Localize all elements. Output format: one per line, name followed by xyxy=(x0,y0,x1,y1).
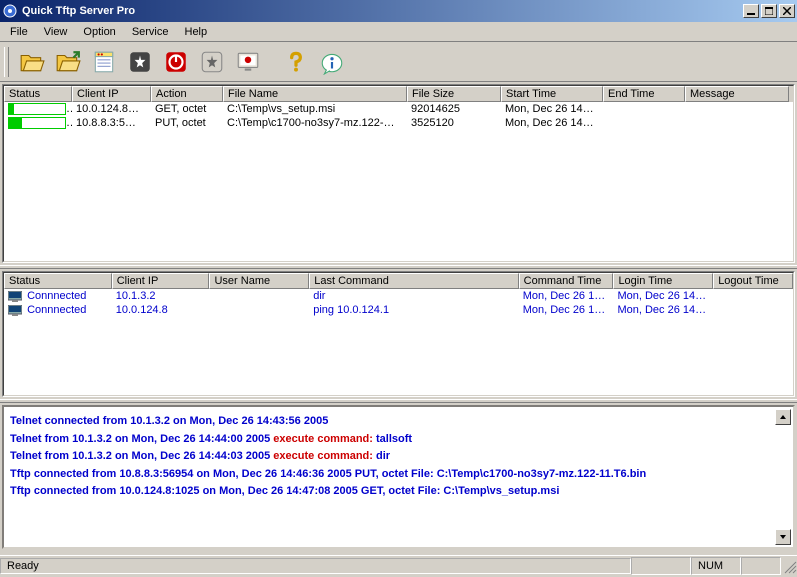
cell-client-ip: 10.0.124.8… xyxy=(72,102,151,116)
sessions-panel: Status Client IP User Name Last Command … xyxy=(2,271,795,397)
session-row[interactable]: Connnected 10.0.124.8 ping 10.0.124.1 Mo… xyxy=(4,303,793,317)
menu-file[interactable]: File xyxy=(2,24,36,40)
cell-message xyxy=(685,122,789,124)
cell-user-name xyxy=(209,309,309,311)
menu-help[interactable]: Help xyxy=(177,24,216,40)
statusbar: Ready NUM xyxy=(0,555,797,575)
col-status[interactable]: Status xyxy=(4,86,72,102)
transfers-header: Status Client IP Action File Name File S… xyxy=(4,86,793,102)
log-line: Telnet from 10.1.3.2 on Mon, Dec 26 14:4… xyxy=(10,431,787,449)
window-title: Quick Tftp Server Pro xyxy=(22,5,743,17)
maximize-button[interactable] xyxy=(761,4,777,18)
col-file-name[interactable]: File Name xyxy=(223,86,407,102)
about-button[interactable] xyxy=(315,45,349,79)
cell-login-time: Mon, Dec 26 14… xyxy=(613,289,713,303)
cell-file-name: C:\Temp\vs_setup.msi xyxy=(223,102,407,116)
cell-end-time xyxy=(603,108,685,110)
options-button[interactable] xyxy=(87,45,121,79)
col-message[interactable]: Message xyxy=(685,86,789,102)
cell-status: Connnected xyxy=(27,304,86,316)
titlebar: Quick Tftp Server Pro xyxy=(0,0,797,22)
col-client-ip[interactable]: Client IP xyxy=(112,273,210,289)
col-status[interactable]: Status xyxy=(4,273,112,289)
minimize-button[interactable] xyxy=(743,4,759,18)
cell-user-name xyxy=(209,295,309,297)
cell-file-name: C:\Temp\c1700-no3sy7-mz.122-… xyxy=(223,116,407,130)
service-restart-button[interactable] xyxy=(195,45,229,79)
col-action[interactable]: Action xyxy=(151,86,223,102)
menubar: File View Option Service Help xyxy=(0,22,797,42)
cell-client-ip: 10.1.3.2 xyxy=(112,289,210,303)
cell-file-size: 92014625 xyxy=(407,102,501,116)
splitter-1[interactable] xyxy=(0,265,797,269)
cell-client-ip: 10.8.8.3:5… xyxy=(72,116,151,130)
col-start-time[interactable]: Start Time xyxy=(501,86,603,102)
cell-command-time: Mon, Dec 26 14… xyxy=(519,289,614,303)
terminal-icon xyxy=(8,291,22,302)
transfers-panel: Status Client IP Action File Name File S… xyxy=(2,84,795,263)
log-line: Tftp connected from 10.8.8.3:56954 on Mo… xyxy=(10,466,787,484)
toolbar xyxy=(0,42,797,82)
cell-end-time xyxy=(603,122,685,124)
close-button[interactable] xyxy=(779,4,795,18)
service-start-button[interactable] xyxy=(123,45,157,79)
service-stop-button[interactable] xyxy=(159,45,193,79)
log-line: Telnet connected from 10.1.3.2 on Mon, D… xyxy=(10,413,787,431)
log-line: Telnet from 10.1.3.2 on Mon, Dec 26 14:4… xyxy=(10,448,787,466)
cell-start-time: Mon, Dec 26 14… xyxy=(501,102,603,116)
col-end-time[interactable]: End Time xyxy=(603,86,685,102)
cell-action: GET, octet xyxy=(151,102,223,116)
cell-start-time: Mon, Dec 26 14… xyxy=(501,116,603,130)
col-command-time[interactable]: Command Time xyxy=(519,273,614,289)
menu-option[interactable]: Option xyxy=(75,24,123,40)
cell-logout-time xyxy=(713,309,793,311)
app-icon xyxy=(2,3,18,19)
cell-logout-time xyxy=(713,295,793,297)
help-button[interactable] xyxy=(279,45,313,79)
menu-view[interactable]: View xyxy=(36,24,76,40)
log-line: Tftp connected from 10.0.124.8:1025 on M… xyxy=(10,483,787,501)
sessions-header: Status Client IP User Name Last Command … xyxy=(4,273,793,289)
status-ready: Ready xyxy=(0,558,631,574)
cell-action: PUT, octet xyxy=(151,116,223,130)
open-folder-button[interactable] xyxy=(15,45,49,79)
status-num: NUM xyxy=(691,557,741,575)
col-login-time[interactable]: Login Time xyxy=(613,273,713,289)
cell-client-ip: 10.0.124.8 xyxy=(112,303,210,317)
cell-message xyxy=(685,108,789,110)
cell-last-command: ping 10.0.124.1 xyxy=(309,303,518,317)
log-panel: Telnet connected from 10.1.3.2 on Mon, D… xyxy=(2,405,795,549)
col-logout-time[interactable]: Logout Time xyxy=(713,273,793,289)
transfer-row[interactable]: 24% 10.8.8.3:5… PUT, octet C:\Temp\c1700… xyxy=(4,116,793,130)
scroll-down-button[interactable] xyxy=(775,529,791,545)
cell-file-size: 3525120 xyxy=(407,116,501,130)
transfer-row[interactable]: 9% 10.0.124.8… GET, octet C:\Temp\vs_set… xyxy=(4,102,793,116)
resize-grip-icon[interactable] xyxy=(781,558,797,574)
splitter-2[interactable] xyxy=(0,399,797,403)
open-folder-arrow-button[interactable] xyxy=(51,45,85,79)
cell-command-time: Mon, Dec 26 14… xyxy=(519,303,614,317)
col-file-size[interactable]: File Size xyxy=(407,86,501,102)
col-client-ip[interactable]: Client IP xyxy=(72,86,151,102)
monitor-button[interactable] xyxy=(231,45,265,79)
cell-last-command: dir xyxy=(309,289,518,303)
cell-login-time: Mon, Dec 26 14… xyxy=(613,303,713,317)
cell-status: Connnected xyxy=(27,290,86,302)
session-row[interactable]: Connnected 10.1.3.2 dir Mon, Dec 26 14… … xyxy=(4,289,793,303)
col-last-command[interactable]: Last Command xyxy=(309,273,518,289)
status-pane-3 xyxy=(741,557,781,575)
col-user-name[interactable]: User Name xyxy=(209,273,309,289)
terminal-icon xyxy=(8,305,22,316)
menu-service[interactable]: Service xyxy=(124,24,177,40)
status-pane-1 xyxy=(631,557,691,575)
scroll-up-button[interactable] xyxy=(775,409,791,425)
